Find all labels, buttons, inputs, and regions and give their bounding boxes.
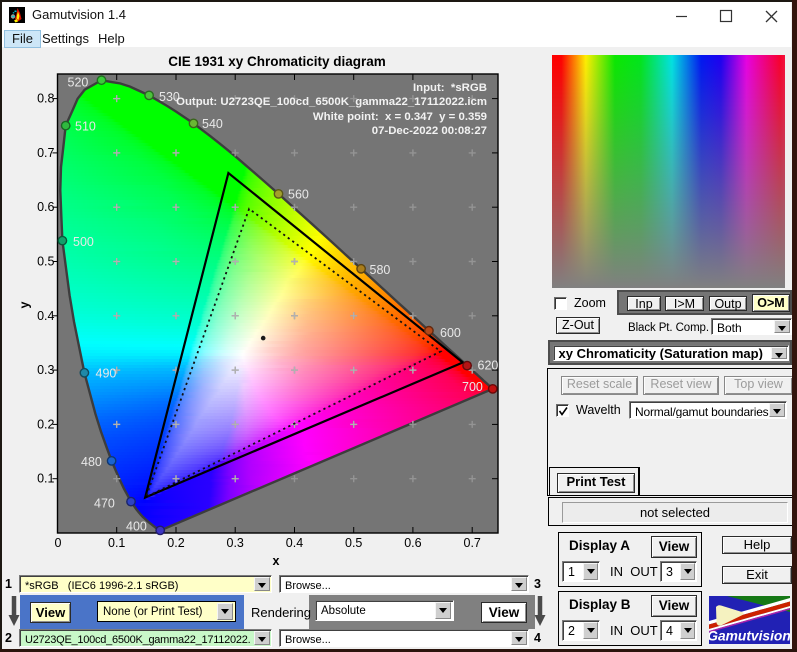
svg-text:580: 580 [370, 263, 391, 277]
svg-text:White point: x = 0.347 y = 0: White point: x = 0.347 y = 0.359 [313, 111, 487, 123]
svg-text:Output: U2723QE_100cd_6500K_ga: Output: U2723QE_100cd_6500K_gamma22_1711… [176, 96, 487, 108]
svg-text:490: 490 [96, 367, 117, 381]
svg-text:0: 0 [55, 536, 62, 550]
svg-text:520: 520 [68, 76, 89, 90]
svg-text:0.2: 0.2 [167, 536, 184, 550]
svg-text:500: 500 [73, 235, 94, 249]
svg-text:x: x [273, 554, 280, 568]
svg-text:620: 620 [478, 359, 499, 373]
svg-text:0.1: 0.1 [37, 472, 54, 486]
svg-text:Input: *sRGB: Input: *sRGB [413, 82, 487, 94]
svg-text:0.3: 0.3 [37, 363, 54, 377]
svg-text:400: 400 [126, 520, 147, 534]
svg-text:0.7: 0.7 [464, 536, 481, 550]
svg-text:510: 510 [75, 120, 96, 134]
svg-text:0.4: 0.4 [37, 309, 54, 323]
svg-text:0.6: 0.6 [37, 200, 54, 214]
svg-text:470: 470 [94, 497, 115, 511]
svg-text:540: 540 [202, 117, 223, 131]
svg-text:0.7: 0.7 [37, 146, 54, 160]
svg-text:0.5: 0.5 [37, 255, 54, 269]
svg-text:0.3: 0.3 [227, 536, 244, 550]
svg-text:600: 600 [440, 326, 461, 340]
svg-text:0.6: 0.6 [404, 536, 421, 550]
svg-text:y: y [18, 301, 32, 308]
svg-text:Gamutvision: Gamutvision [709, 629, 790, 644]
svg-text:700: 700 [462, 380, 483, 394]
svg-text:560: 560 [288, 188, 309, 202]
svg-text:480: 480 [81, 455, 102, 469]
svg-text:0.2: 0.2 [37, 417, 54, 431]
svg-text:0.1: 0.1 [108, 536, 125, 550]
svg-text:0.8: 0.8 [37, 92, 54, 106]
svg-text:0.5: 0.5 [345, 536, 362, 550]
svg-text:0.4: 0.4 [286, 536, 303, 550]
svg-text:07-Dec-2022 00:08:27: 07-Dec-2022 00:08:27 [372, 125, 487, 137]
svg-text:CIE 1931 xy Chromaticity diagr: CIE 1931 xy Chromaticity diagram [168, 54, 386, 69]
